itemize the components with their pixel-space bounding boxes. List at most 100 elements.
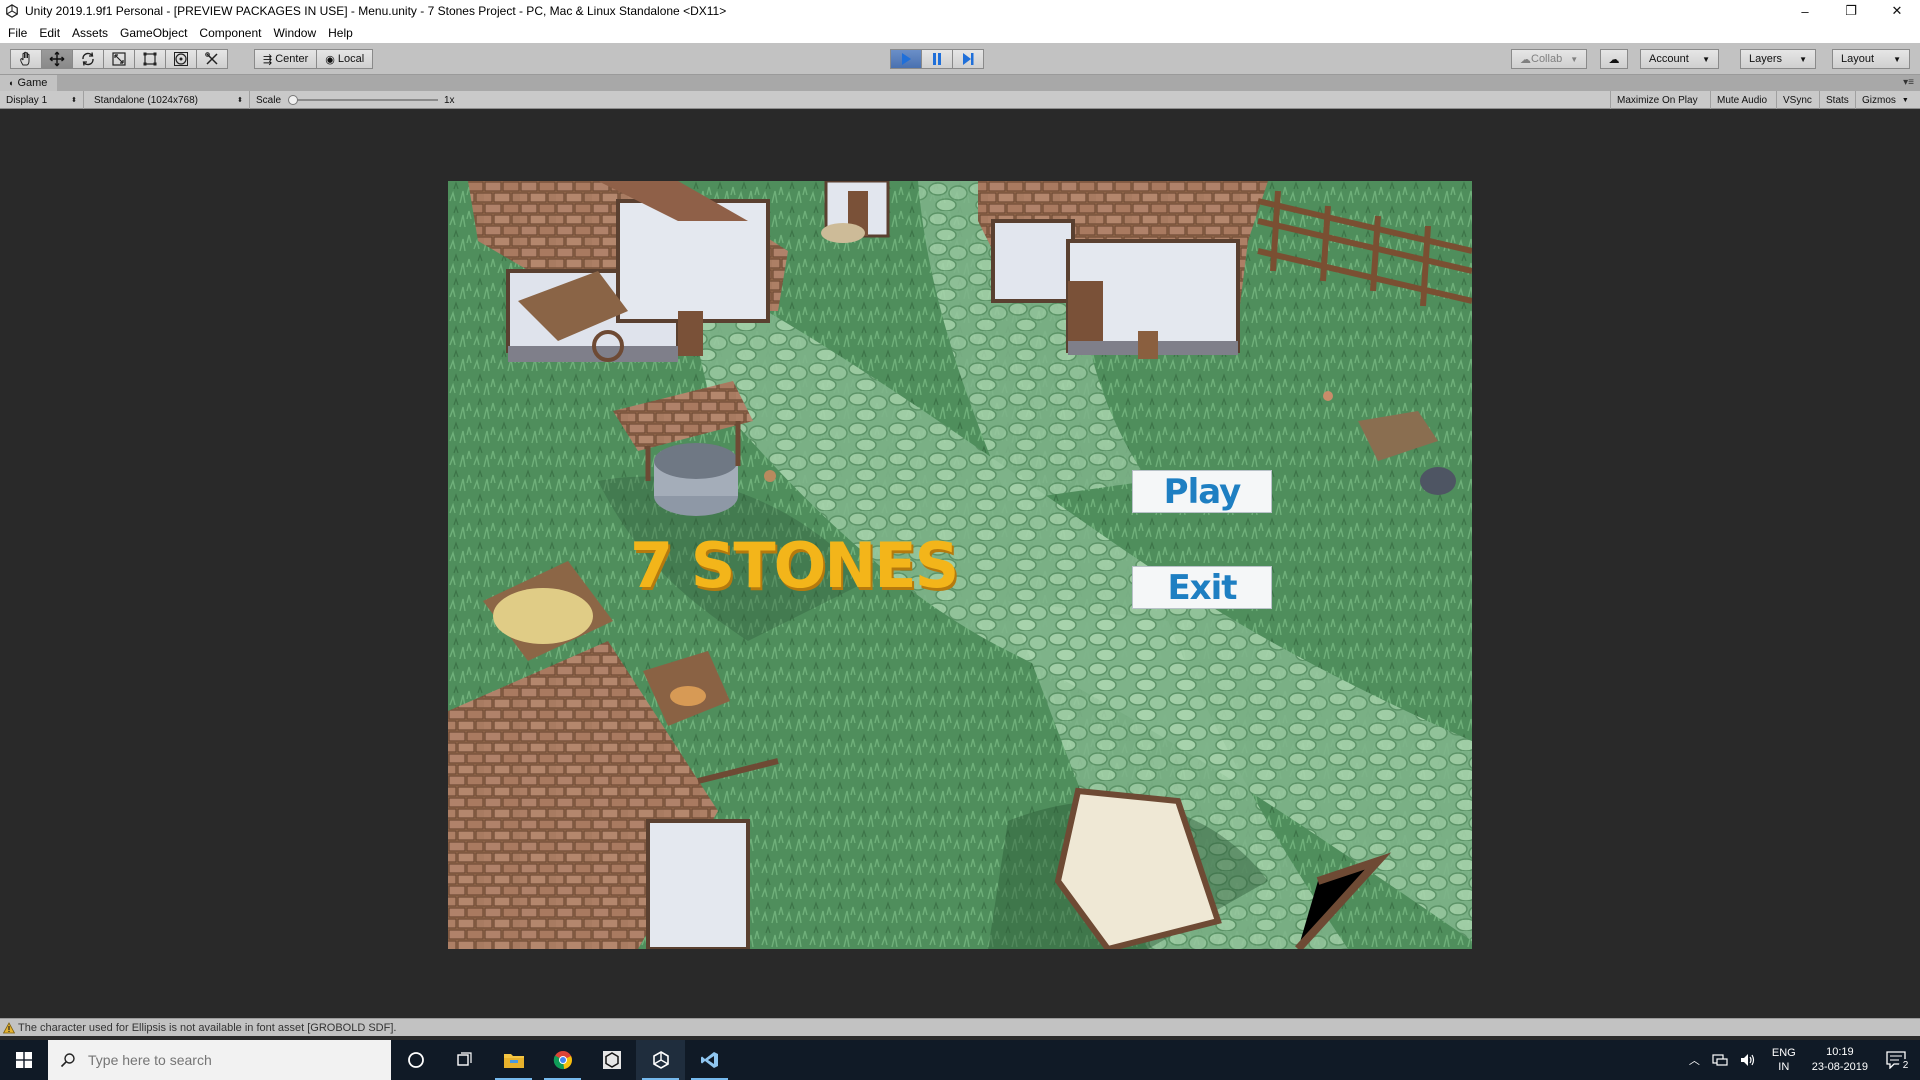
rect-tool-button[interactable]	[134, 49, 166, 69]
step-button[interactable]	[952, 49, 984, 69]
transform-icon	[174, 52, 188, 66]
hand-tool-button[interactable]	[10, 49, 42, 69]
playback-controls	[890, 49, 984, 69]
search-input[interactable]	[88, 1052, 368, 1068]
taskbar-unity-hub[interactable]	[587, 1040, 636, 1080]
console-status-bar[interactable]: The character used for Ellipsis is not a…	[0, 1018, 1920, 1036]
transform-tool-button[interactable]	[165, 49, 197, 69]
scale-label: Scale	[256, 94, 282, 106]
restore-button[interactable]: ❐	[1828, 0, 1874, 22]
input-language[interactable]: ENG IN	[1772, 1046, 1796, 1074]
language-code: ENG	[1771, 1047, 1796, 1059]
taskbar-clock[interactable]: 10:19 23-08-2019	[1812, 1045, 1868, 1075]
chevron-updown-icon: ⬍	[237, 97, 243, 104]
taskbar-chrome[interactable]	[538, 1040, 587, 1080]
resolution-label: Standalone (1024x768)	[94, 94, 198, 106]
clock-time: 10:19	[1826, 1046, 1854, 1058]
rect-transform-icon	[143, 52, 157, 66]
tab-game[interactable]: ◖ Game	[0, 75, 58, 91]
cloud-icon: ☁	[1608, 53, 1620, 66]
custom-tool-button[interactable]	[196, 49, 228, 69]
task-view-icon	[456, 1052, 472, 1066]
gizmos-label: Gizmos	[1862, 94, 1896, 106]
layout-label: Layout	[1841, 53, 1875, 65]
menu-window[interactable]: Window	[273, 26, 316, 40]
collab-label: Collab	[1531, 53, 1563, 65]
taskbar-unity-editor[interactable]	[636, 1040, 685, 1080]
tools-icon	[205, 52, 218, 65]
system-tray: ︿ ENG IN 10:19 23-08-2019 2	[1683, 1040, 1920, 1080]
scale-value-wrap: 1x	[438, 91, 461, 109]
menu-gameobject[interactable]: GameObject	[120, 26, 187, 40]
tab-menu-icon[interactable]: ▾≡	[1903, 77, 1914, 88]
pivot-local-button[interactable]: ◉ Local	[316, 49, 374, 69]
menu-component[interactable]: Component	[199, 26, 261, 40]
exit-menu-button[interactable]: Exit	[1132, 566, 1272, 609]
vsync-label: VSync	[1783, 94, 1812, 106]
stats-toggle[interactable]: Stats	[1820, 91, 1856, 109]
pivot-toggles: ⇶ Center ◉ Local	[254, 49, 374, 69]
taskbar-vscode[interactable]	[685, 1040, 734, 1080]
scale-label-wrap: Scale	[250, 91, 287, 109]
chevron-down-icon: ▼	[1702, 54, 1710, 64]
display-dropdown[interactable]: Display 1 ⬍	[0, 91, 84, 109]
layers-label: Layers	[1749, 53, 1783, 65]
scale-icon	[112, 52, 126, 66]
rotate-tool-button[interactable]	[72, 49, 104, 69]
chevron-down-icon: ▼	[1570, 54, 1579, 64]
game-view: 7 STONES Play Exit	[0, 110, 1920, 1027]
chevron-down-icon: ▼	[1799, 54, 1807, 64]
menu-help[interactable]: Help	[328, 26, 353, 40]
taskbar-file-explorer[interactable]	[489, 1040, 538, 1080]
gizmos-dropdown[interactable]: Gizmos ▼	[1856, 91, 1916, 109]
play-button[interactable]	[890, 49, 922, 69]
village-scene-background	[448, 181, 1472, 949]
pivot-center-button[interactable]: ⇶ Center	[254, 49, 318, 69]
collab-dropdown[interactable]: ☁ Collab ▼	[1511, 49, 1587, 69]
game-view-controls: Display 1 ⬍ Standalone (1024x768) ⬍ Scal…	[0, 91, 1920, 109]
maximize-on-play-toggle[interactable]: Maximize On Play	[1610, 91, 1711, 109]
task-view-button[interactable]	[440, 1040, 489, 1080]
scale-slider-track[interactable]	[290, 99, 438, 101]
menu-file[interactable]: File	[8, 26, 27, 40]
volume-icon[interactable]	[1740, 1053, 1756, 1067]
layers-dropdown[interactable]: Layers ▼	[1740, 49, 1816, 69]
taskbar-search[interactable]	[48, 1040, 391, 1080]
pause-button[interactable]	[921, 49, 953, 69]
close-button[interactable]: ✕	[1874, 0, 1920, 22]
move-icon	[49, 51, 65, 67]
resolution-dropdown[interactable]: Standalone (1024x768) ⬍	[88, 91, 250, 109]
cortana-icon	[407, 1052, 424, 1068]
play-icon	[902, 53, 911, 65]
scale-tool-button[interactable]	[103, 49, 135, 69]
notification-count-badge: 2	[1899, 1059, 1912, 1072]
layout-dropdown[interactable]: Layout ▼	[1832, 49, 1910, 69]
region-code: IN	[1778, 1061, 1790, 1073]
play-menu-button[interactable]: Play	[1132, 470, 1272, 513]
pivot-center-icon: ⇶	[263, 53, 273, 66]
account-dropdown[interactable]: Account ▼	[1640, 49, 1719, 69]
minimize-button[interactable]: –	[1782, 0, 1828, 22]
move-tool-button[interactable]	[41, 49, 73, 69]
cloud-services-button[interactable]: ☁	[1600, 49, 1628, 69]
visual-studio-code-icon	[700, 1052, 718, 1068]
scale-slider-handle[interactable]	[288, 95, 298, 105]
menu-edit[interactable]: Edit	[39, 26, 60, 40]
network-icon[interactable]	[1712, 1053, 1728, 1067]
window-controls: – ❐ ✕	[1782, 0, 1920, 22]
vsync-toggle[interactable]: VSync	[1777, 91, 1820, 109]
menu-assets[interactable]: Assets	[72, 26, 108, 40]
mute-audio-toggle[interactable]: Mute Audio	[1711, 91, 1777, 109]
cortana-button[interactable]	[391, 1040, 440, 1080]
windows-logo-icon	[16, 1052, 32, 1068]
window-titlebar: Unity 2019.1.9f1 Personal - [PREVIEW PAC…	[0, 0, 1920, 22]
clock-date: 23-08-2019	[1811, 1061, 1868, 1073]
start-button[interactable]	[0, 1040, 48, 1080]
stats-label: Stats	[1826, 94, 1849, 106]
pivot-local-label: Local	[337, 53, 365, 65]
menubar: File Edit Assets GameObject Component Wi…	[0, 22, 1920, 43]
action-center-button[interactable]: 2	[1886, 1051, 1912, 1072]
collab-icon: ☁	[1520, 53, 1531, 66]
show-hidden-icons-chevron-icon[interactable]: ︿	[1689, 1052, 1700, 1068]
file-explorer-icon	[503, 1054, 524, 1068]
